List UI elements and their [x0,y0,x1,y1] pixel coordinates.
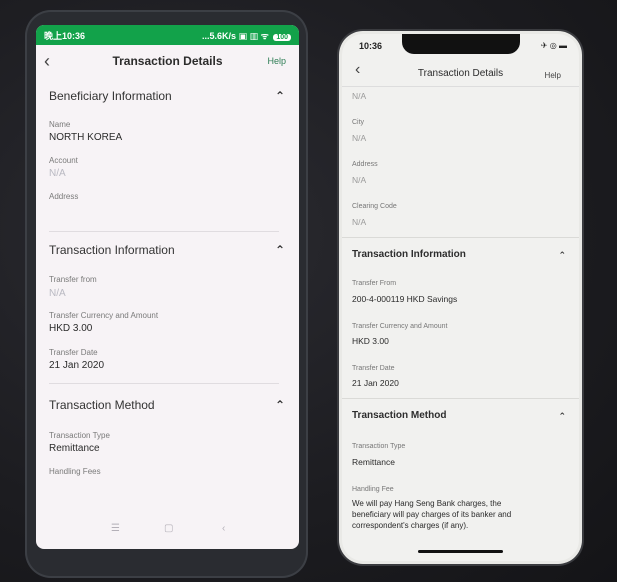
android-screen: 晚上10:36 ...5.6K/s ▣ ▥ ᯤ 100 ‹ Transactio… [36,25,299,549]
menu-softkey-icon[interactable]: ☰ [111,523,120,534]
fees-note-line-3: correspondent's charges (if any). [352,521,469,530]
type-value: Remittance [49,443,100,454]
section-header-transaction[interactable]: Transaction Information [352,249,466,260]
city-label: City [352,119,365,126]
type-value: Remittance [352,457,395,467]
currency-label: Transfer Currency and Amount [352,323,448,330]
date-label: Transfer Date [352,365,395,372]
date-value: 21 Jan 2020 [352,378,399,388]
section-divider [342,237,579,238]
home-softkey-icon[interactable]: ▢ [164,523,173,534]
status-time: 晚上10:36 [44,31,86,41]
section-header-transaction[interactable]: Transaction Information [49,243,175,257]
date-value: 21 Jan 2020 [49,360,105,371]
section-divider [49,383,279,384]
status-indicators: ...5.6K/s ▣ ▥ ᯤ 100 [202,29,291,42]
navigation-bar: ‹ Transaction Details Help [36,45,299,77]
fees-label: Handling Fee [352,486,394,493]
page-title: Transaction Details [112,54,223,68]
android-status-bar: 晚上10:36 ...5.6K/s ▣ ▥ ᯤ 100 [36,25,299,45]
city-value: N/A [352,133,367,143]
clearing-code-value: N/A [352,217,367,227]
chevron-up-icon[interactable]: ⌃ [558,250,566,261]
currency-value: HKD 3.00 [49,323,93,334]
back-softkey-icon[interactable]: ‹ [222,523,225,534]
battery-icon: 100 [273,34,291,41]
currency-value: HKD 3.00 [352,336,389,346]
clearing-code-label: Clearing Code [352,203,397,210]
section-header-method[interactable]: Transaction Method [49,398,155,412]
help-link[interactable]: Help [545,71,561,80]
chevron-up-icon[interactable]: ⌃ [275,89,285,103]
iphone-screen: 10:36 ✈ ◎ ▬ ‹ Transaction Details Help N… [342,34,579,561]
section-header-beneficiary[interactable]: Beneficiary Information [49,89,172,103]
currency-label: Transfer Currency and Amount [49,311,159,320]
transfer-from-value: 200-4-000119 HKD Savings [352,294,458,304]
partial-value: N/A [352,91,367,101]
address-value: N/A [352,175,367,185]
page-title: Transaction Details [417,68,504,79]
account-label: Account [49,156,78,165]
chevron-up-icon[interactable]: ⌃ [275,398,285,412]
name-label: Name [49,120,71,129]
fees-note-line-2: beneficiary will pay charges of its bank… [352,510,512,519]
notch [402,34,520,54]
status-icons: ✈ ◎ ▬ [540,41,567,50]
transfer-from-value: N/A [49,288,66,299]
chevron-up-icon[interactable]: ⌃ [558,411,566,422]
chevron-up-icon[interactable]: ⌃ [275,243,285,257]
transfer-from-label: Transfer from [49,275,97,284]
section-divider [49,231,279,232]
name-value: NORTH KOREA [49,132,123,143]
address-label: Address [49,192,79,201]
nav-divider [342,86,579,87]
help-link[interactable]: Help [267,56,286,66]
date-label: Transfer Date [49,348,98,357]
fees-label: Handling Fees [49,467,101,476]
type-label: Transaction Type [49,431,110,440]
type-label: Transaction Type [352,443,406,450]
address-label: Address [352,161,378,168]
fees-note-line-1: We will pay Hang Seng Bank charges, the [352,499,502,508]
section-header-method[interactable]: Transaction Method [352,410,446,421]
network-signal-icons: ...5.6K/s ▣ ▥ ᯤ [202,31,269,41]
home-indicator[interactable] [418,550,503,553]
account-value: N/A [49,168,66,179]
transfer-from-label: Transfer From [352,280,397,287]
status-time: 10:36 [359,41,383,51]
section-divider [342,398,579,399]
